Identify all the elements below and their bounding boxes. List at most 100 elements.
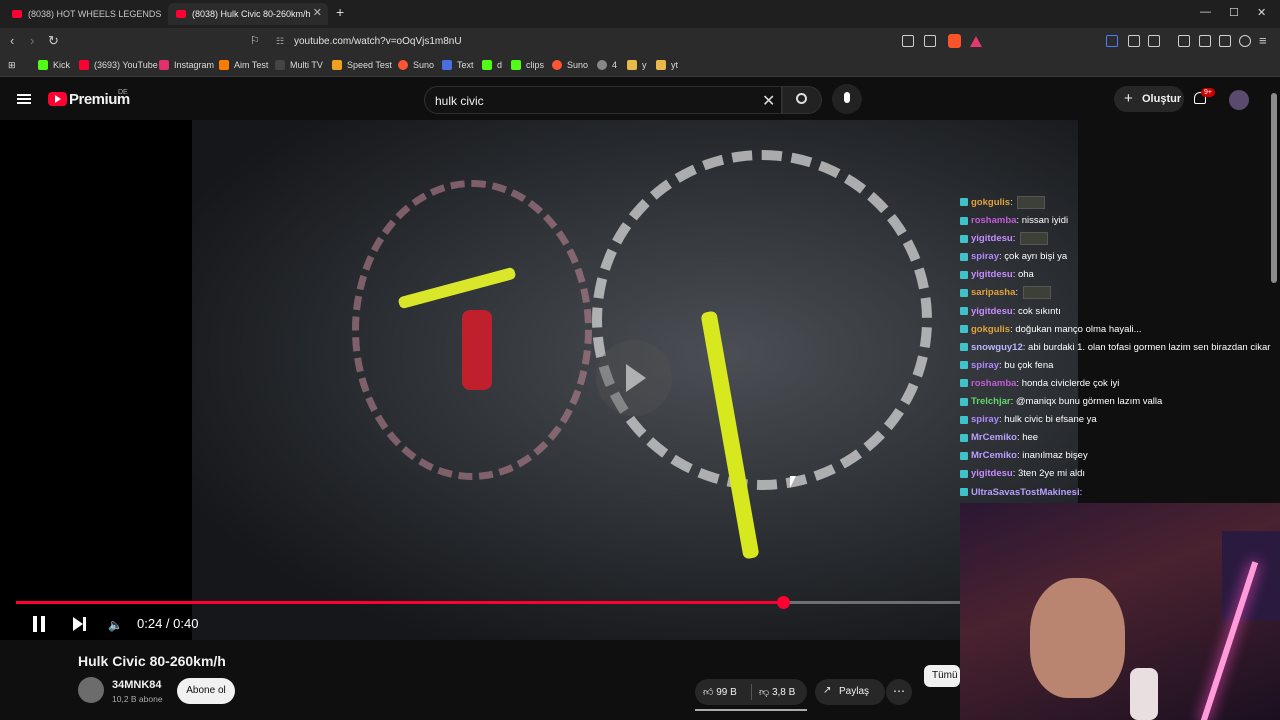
share-button[interactable]: ↗ Paylaş <box>815 679 885 705</box>
page-scrollbar[interactable] <box>1271 93 1277 283</box>
chat-badge-icon <box>960 270 968 279</box>
bookmark-icon[interactable]: ⚐ <box>250 34 260 47</box>
youtube-logo-icon[interactable] <box>48 92 67 106</box>
stream-chat-overlay: gokgulis: roshamba: nissan iyidi yigitdes… <box>960 194 1280 502</box>
streamer-webcam <box>960 503 1280 720</box>
progress-bar[interactable] <box>16 596 1062 609</box>
share-page-icon[interactable] <box>924 35 936 47</box>
chat-message: yigitdesu: oha <box>960 266 1280 284</box>
bookmark-suno[interactable]: Suno <box>398 60 434 70</box>
bookmark-youtube[interactable]: (3693) YouTube <box>79 60 158 70</box>
instagram-icon <box>159 60 169 70</box>
bookmark-4[interactable]: 4 <box>597 60 617 70</box>
folder-icon <box>627 60 637 70</box>
bookmark-clips[interactable]: clips <box>511 60 544 70</box>
minimize-icon[interactable]: — <box>1200 6 1211 18</box>
apps-grid-icon[interactable]: ⊞ <box>8 60 16 71</box>
chat-username: gokgulis <box>971 197 1011 208</box>
bookmark-instagram[interactable]: Instagram <box>159 60 214 70</box>
bookmark-folder-y[interactable]: y <box>627 60 647 70</box>
chat-separator: : <box>1012 233 1018 245</box>
menu-hamburger-icon[interactable] <box>17 94 31 104</box>
chat-username: yigitdesu <box>971 233 1013 245</box>
channel-name[interactable]: 34MNK84 <box>112 679 162 691</box>
kick-icon <box>38 60 48 70</box>
bookmark-kick[interactable]: Kick <box>38 60 70 70</box>
dislike-count: 3,8 B <box>771 687 796 698</box>
address-bar[interactable]: ☷ youtube.com/watch?v=oOqVjs1m8nU <box>268 31 988 52</box>
browser-tabstrip: (8038) HOT WHEELS LEGENDS TÜRKİ (8038) H… <box>0 0 1280 28</box>
brave-shield-icon[interactable] <box>948 34 961 48</box>
video-frame <box>192 120 1078 640</box>
chat-badge-icon <box>960 216 968 225</box>
tab-hulk-civic[interactable]: (8038) Hulk Civic 80-260km/h ✕ <box>168 3 328 25</box>
maximize-icon[interactable]: ☐ <box>1229 6 1239 19</box>
close-tab-icon[interactable]: ✕ <box>313 6 322 19</box>
chat-username: Trelchjar <box>971 396 1011 408</box>
chat-username: spiray <box>971 251 999 263</box>
bookmark-aim-test[interactable]: Aim Test <box>219 60 268 70</box>
bookmark-suno-2[interactable]: Suno <box>552 60 588 70</box>
pause-icon[interactable] <box>32 616 46 632</box>
vpn-icon[interactable] <box>1239 35 1251 47</box>
account-avatar[interactable] <box>1229 90 1249 110</box>
bookmark-multi-tv[interactable]: Multi TV <box>275 60 323 70</box>
search-input[interactable]: hulk civic <box>424 86 782 114</box>
multi-tv-icon <box>275 60 285 70</box>
chat-message: snowguy12: abi burdaki 1. olan tofasi go… <box>960 339 1280 357</box>
forward-icon[interactable]: › <box>30 33 34 48</box>
subscribe-button[interactable]: Abone ol <box>177 678 235 704</box>
chat-text: @maniqx bunu görmen lazım valla <box>1015 396 1163 408</box>
chat-badge-icon <box>960 307 968 316</box>
brave-rewards-icon[interactable] <box>970 36 982 47</box>
bookmark-speed-test[interactable]: Speed Test <box>332 60 392 70</box>
sidebar-icon[interactable] <box>1148 35 1160 47</box>
more-actions-button[interactable]: ⋯ <box>886 679 912 705</box>
progress-scrubber[interactable] <box>776 596 790 609</box>
volume-icon[interactable]: 🔈 <box>108 618 123 632</box>
close-window-icon[interactable]: ✕ <box>1257 6 1266 19</box>
suno-icon <box>552 60 562 70</box>
video-player[interactable]: 🔈 0:24 / 0:40 <box>0 120 1078 640</box>
like-button[interactable]: 👍︎ 99 B <box>703 686 737 698</box>
voice-search-button[interactable] <box>832 84 862 114</box>
chat-message: MrCemiko: inanılmaz bişey <box>960 447 1280 465</box>
wallet-icon[interactable] <box>1199 35 1211 47</box>
next-video-icon[interactable] <box>73 617 86 631</box>
chat-badge-icon <box>960 361 968 370</box>
dislike-button[interactable]: 👎︎ 3,8 B <box>759 686 795 698</box>
thumbs-down-icon: 👎︎ <box>759 687 772 698</box>
cast-icon[interactable] <box>902 35 914 47</box>
audio-icon[interactable] <box>1106 35 1118 47</box>
music-icon[interactable] <box>1178 35 1190 47</box>
channel-avatar[interactable] <box>78 677 104 703</box>
chat-username: MrCemiko <box>971 450 1017 462</box>
tab-label: (8038) HOT WHEELS LEGENDS TÜRKİ <box>28 9 164 19</box>
chat-message: Trelchjar: @maniqx bunu görmen lazım val… <box>960 393 1280 411</box>
chat-text: çok ayrı bişi ya <box>1004 251 1068 263</box>
new-tab-button[interactable]: + <box>336 4 344 20</box>
bookmark-text[interactable]: Text <box>442 60 474 70</box>
chip-all[interactable]: Tümü <box>924 665 960 687</box>
back-icon[interactable]: ‹ <box>10 33 14 48</box>
chat-badge-icon <box>960 469 968 478</box>
tab-hot-wheels[interactable]: (8038) HOT WHEELS LEGENDS TÜRKİ <box>4 3 164 25</box>
chat-text: inanılmaz bişey <box>1022 450 1088 462</box>
clear-search-icon[interactable]: ✕ <box>762 91 775 111</box>
site-info-icon[interactable]: ☷ <box>276 36 284 47</box>
video-title: Hulk Civic 80-260km/h <box>78 653 226 669</box>
extensions-icon[interactable] <box>1128 35 1140 47</box>
bookmark-folder-yt[interactable]: yt <box>656 60 678 70</box>
bookmark-d[interactable]: d <box>482 60 502 70</box>
menu-icon[interactable]: ≡ <box>1259 33 1267 48</box>
search-button[interactable] <box>782 86 822 114</box>
tab-label: (8038) Hulk Civic 80-260km/h <box>192 9 311 19</box>
play-overlay-icon[interactable] <box>596 340 672 416</box>
youtube-icon <box>79 60 89 70</box>
leo-ai-icon[interactable] <box>1219 35 1231 47</box>
create-button[interactable]: + Oluştur <box>1114 86 1184 112</box>
chat-username: MrCemiko <box>971 432 1017 444</box>
reload-icon[interactable]: ↻ <box>48 33 59 49</box>
chat-text: cok sıkıntı <box>1017 305 1061 317</box>
chat-username: spiray <box>971 359 999 371</box>
